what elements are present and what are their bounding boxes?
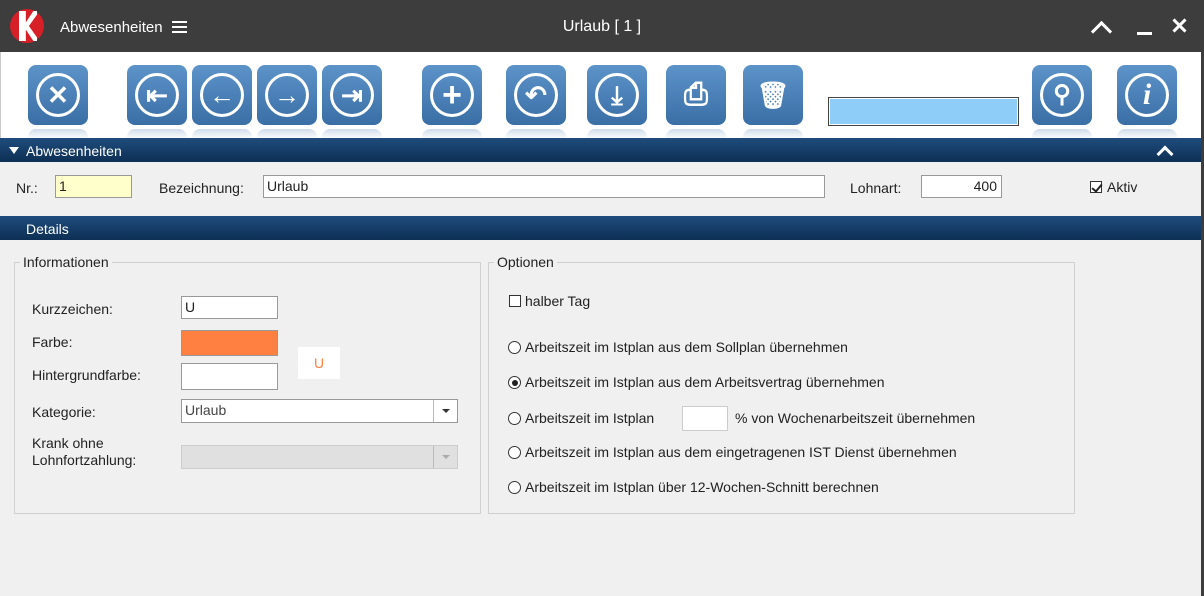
kategorie-selected-value: Urlaub xyxy=(185,402,227,418)
undo-button[interactable]: ↶ xyxy=(506,65,566,139)
close-window-button[interactable] xyxy=(1167,14,1191,38)
nr-label: Nr.: xyxy=(16,180,38,196)
close-icon: ✕ xyxy=(36,73,80,117)
title-bar: Abwesenheiten Urlaub [ 1 ] xyxy=(0,0,1204,52)
arrow-left-icon: ← xyxy=(200,73,244,117)
krank-ohne-lohnfortzahlung-select xyxy=(181,445,458,469)
info-button[interactable]: i xyxy=(1117,65,1177,139)
plus-icon: + xyxy=(430,73,474,117)
collapse-window-button[interactable] xyxy=(1089,14,1113,38)
undo-icon: ↶ xyxy=(514,73,558,117)
radio-12-wochen-label: Arbeitszeit im Istplan über 12-Wochen-Sc… xyxy=(525,479,879,495)
radio-prozent-label: Arbeitszeit im Istplan xyxy=(525,410,655,426)
expand-triangle-icon xyxy=(9,147,19,154)
radio-12-wochen[interactable] xyxy=(508,481,521,494)
first-record-button[interactable]: ⇤ xyxy=(127,65,187,139)
kurzzeichen-field[interactable]: U xyxy=(181,296,278,319)
add-button[interactable]: + xyxy=(422,65,482,139)
toolbar: ✕ ⇤ ← → ⇥ + ↶ ⤓ ⎙ 🗑 ⚲ i xyxy=(0,52,1204,139)
section-header-abwesenheiten[interactable]: Abwesenheiten xyxy=(0,138,1204,163)
hintergrundfarbe-label: Hintergrundfarbe: xyxy=(32,367,141,383)
nr-field[interactable]: 1 xyxy=(55,175,132,198)
aktiv-label: Aktiv xyxy=(1107,179,1138,195)
hintergrundfarbe-color-picker[interactable] xyxy=(181,363,278,390)
chevron-up-icon[interactable] xyxy=(1156,145,1174,163)
radio-ist-dienst-label: Arbeitszeit im Istplan aus dem eingetrag… xyxy=(525,444,957,460)
minimize-button[interactable] xyxy=(1133,14,1157,38)
chevron-down-icon[interactable] xyxy=(433,400,457,422)
group-title: Optionen xyxy=(494,254,557,270)
section-header-details[interactable]: Details xyxy=(0,216,1204,240)
first-icon: ⇤ xyxy=(135,73,179,117)
aktiv-checkbox[interactable] xyxy=(1090,181,1102,193)
krank-label: Krank ohne Lohnfortzahlung: xyxy=(32,435,137,468)
lohnart-label: Lohnart: xyxy=(850,180,902,196)
radio-sollplan-label: Arbeitszeit im Istplan aus dem Sollplan … xyxy=(525,339,848,355)
last-icon: ⇥ xyxy=(330,73,374,117)
radio-ist-dienst[interactable] xyxy=(508,446,521,459)
previous-record-button[interactable]: ← xyxy=(192,65,252,139)
color-preview: U xyxy=(298,347,340,379)
search-icon: ⚲ xyxy=(1040,73,1084,117)
chevron-down-icon xyxy=(433,446,457,468)
kategorie-label: Kategorie: xyxy=(32,404,96,420)
group-title: Informationen xyxy=(20,254,112,270)
delete-button[interactable]: 🗑 xyxy=(743,65,803,139)
farbe-label: Farbe: xyxy=(32,334,73,350)
window-title: Urlaub [ 1 ] xyxy=(562,18,642,35)
section-title: Abwesenheiten xyxy=(26,143,122,159)
search-input[interactable] xyxy=(828,97,1019,126)
halber-tag-checkbox[interactable] xyxy=(509,295,521,307)
radio-prozent[interactable] xyxy=(508,412,521,425)
trash-icon: 🗑 xyxy=(756,80,790,110)
printer-icon: ⎙ xyxy=(684,78,708,111)
last-record-button[interactable]: ⇥ xyxy=(322,65,382,139)
lohnart-field[interactable]: 400 xyxy=(921,175,1002,198)
arrow-right-icon: → xyxy=(265,73,309,117)
radio-sollplan[interactable] xyxy=(508,341,521,354)
radio-prozent-suffix: % von Wochenarbeitszeit übernehmen xyxy=(735,410,976,426)
section-title: Details xyxy=(26,221,69,237)
radio-arbeitsvertrag-label: Arbeitszeit im Istplan aus dem Arbeitsve… xyxy=(525,374,885,390)
kategorie-select[interactable]: Urlaub xyxy=(181,399,458,423)
print-button[interactable]: ⎙ xyxy=(666,65,726,139)
next-record-button[interactable]: → xyxy=(257,65,317,139)
info-icon: i xyxy=(1125,73,1169,117)
download-icon: ⤓ xyxy=(595,73,639,117)
kurzzeichen-label: Kurzzeichen: xyxy=(32,301,113,317)
save-button[interactable]: ⤓ xyxy=(587,65,647,139)
bezeichnung-field[interactable]: Urlaub xyxy=(263,175,825,198)
bezeichnung-label: Bezeichnung: xyxy=(159,180,244,196)
cancel-button[interactable]: ✕ xyxy=(28,65,88,139)
search-button[interactable]: ⚲ xyxy=(1032,65,1092,139)
farbe-color-picker[interactable] xyxy=(181,330,278,356)
radio-arbeitsvertrag[interactable] xyxy=(508,376,521,389)
prozent-input[interactable] xyxy=(682,406,728,431)
halber-tag-label: halber Tag xyxy=(525,293,591,309)
